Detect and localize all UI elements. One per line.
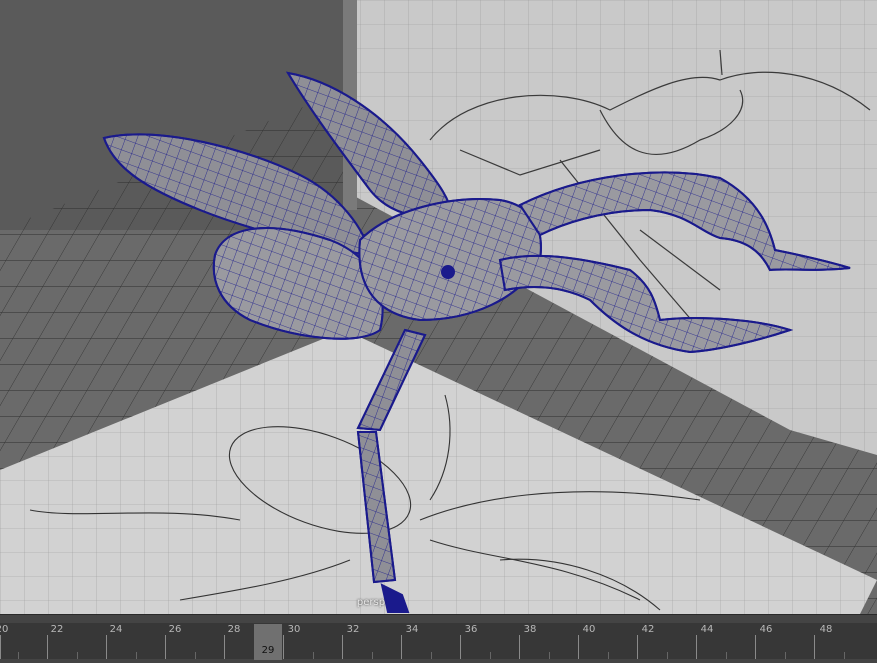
tick-minor xyxy=(608,652,609,659)
tick-major xyxy=(578,635,579,659)
tick-minor xyxy=(77,652,78,659)
maya-app: persp 20 22 24 26 28 30 32 34 36 38 40 xyxy=(0,0,877,663)
tick-major xyxy=(0,635,1,659)
tick-major xyxy=(283,635,284,659)
frame-label: 20 xyxy=(0,624,9,635)
tick-minor xyxy=(18,652,19,659)
tick-major xyxy=(637,635,638,659)
tick-minor xyxy=(667,652,668,659)
frame-label: 38 xyxy=(523,624,537,635)
tick-major xyxy=(696,635,697,659)
frame-label: 46 xyxy=(759,624,773,635)
frame-label: 30 xyxy=(287,624,301,635)
tick-minor xyxy=(313,652,314,659)
tick-major xyxy=(401,635,402,659)
tick-minor xyxy=(844,652,845,659)
frame-label: 28 xyxy=(227,624,241,635)
tick-minor xyxy=(785,652,786,659)
frame-label: 48 xyxy=(819,624,833,635)
tick-major xyxy=(342,635,343,659)
perspective-viewport[interactable]: persp xyxy=(0,0,877,614)
frame-label: 36 xyxy=(464,624,478,635)
frame-label: 44 xyxy=(700,624,714,635)
tick-minor xyxy=(490,652,491,659)
frame-label: 22 xyxy=(50,624,64,635)
frame-label: 34 xyxy=(405,624,419,635)
frame-label: 26 xyxy=(168,624,182,635)
tick-major xyxy=(460,635,461,659)
tick-major xyxy=(106,635,107,659)
frame-label: 42 xyxy=(641,624,655,635)
tick-major xyxy=(224,635,225,659)
tick-major xyxy=(519,635,520,659)
tick-major xyxy=(814,635,815,659)
current-frame-marker[interactable]: 29 xyxy=(254,624,282,660)
tick-minor xyxy=(195,652,196,659)
tick-major xyxy=(47,635,48,659)
timeline-ruler[interactable]: 20 22 24 26 28 30 32 34 36 38 40 42 44 xyxy=(0,623,877,659)
tick-minor xyxy=(136,652,137,659)
tick-minor xyxy=(372,652,373,659)
frame-label: 24 xyxy=(109,624,123,635)
frame-label: 32 xyxy=(346,624,360,635)
tick-major xyxy=(755,635,756,659)
camera-label: persp xyxy=(356,597,386,608)
viewport-scene xyxy=(0,0,877,614)
tick-minor xyxy=(431,652,432,659)
tick-minor xyxy=(549,652,550,659)
tick-major xyxy=(165,635,166,659)
time-slider[interactable]: 20 22 24 26 28 30 32 34 36 38 40 42 44 xyxy=(0,614,877,663)
current-frame-label: 29 xyxy=(261,645,275,656)
tick-minor xyxy=(726,652,727,659)
frame-label: 40 xyxy=(582,624,596,635)
